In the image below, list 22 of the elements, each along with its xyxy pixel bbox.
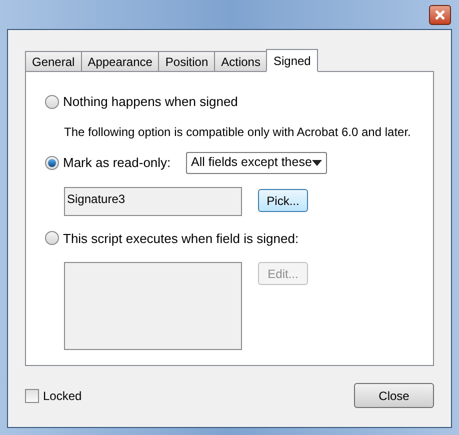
close-icon (435, 10, 445, 20)
compatibility-note: The following option is compatible only with Acrobat 6.0 and later. (64, 124, 411, 140)
pick-button[interactable]: Pick... (258, 189, 308, 212)
checkbox[interactable] (25, 388, 39, 402)
close-window-button[interactable] (429, 5, 451, 25)
tab[interactable]: Signed (266, 49, 318, 72)
radio-button[interactable] (45, 156, 59, 170)
dropdown-arrow-icon (312, 160, 322, 166)
readonly-dropdown[interactable]: All fields except these (186, 152, 327, 174)
radio-button[interactable] (45, 231, 59, 246)
radio-option[interactable]: This script executes when field is signed: (45, 228, 433, 248)
field-list-box[interactable]: Signature3 (64, 186, 242, 216)
radio-button[interactable] (45, 94, 59, 109)
tab[interactable]: General (25, 51, 82, 71)
close-button[interactable]: Close (354, 383, 434, 408)
tab[interactable]: Actions (214, 51, 268, 71)
tab[interactable]: Appearance (80, 51, 160, 71)
tab[interactable]: Position (158, 51, 216, 71)
locked-checkbox[interactable]: Locked (25, 386, 82, 404)
script-text-area[interactable] (64, 262, 242, 350)
radio-option[interactable]: Nothing happens when signed (45, 92, 433, 112)
radio-option[interactable]: Mark as read-only: (45, 152, 186, 172)
